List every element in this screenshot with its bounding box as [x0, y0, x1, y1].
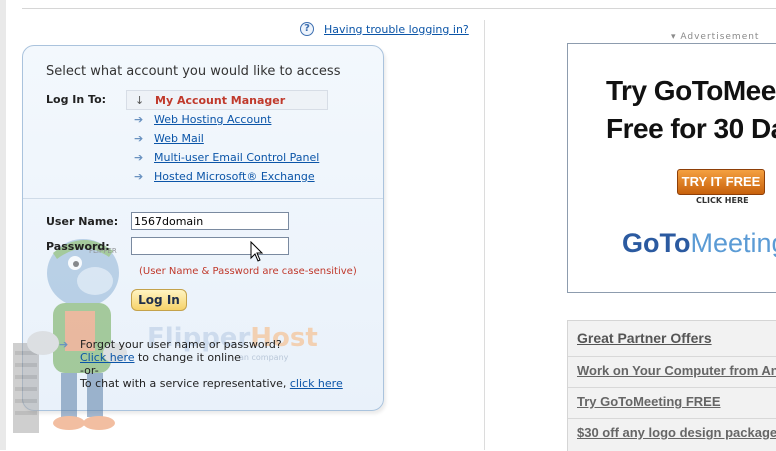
- or-text: -or-: [80, 364, 99, 377]
- ad-headline: Try GoToMeeting Free for 30 Days: [606, 72, 776, 148]
- ad-brand-logo: GoToMeeting: [622, 228, 776, 259]
- ad-brand-part-1: GoTo: [622, 228, 691, 258]
- change-text: to change it online: [134, 351, 241, 364]
- login-button[interactable]: Log In: [131, 289, 187, 311]
- ad-headline-line-2: Free for 30 Days: [606, 113, 776, 144]
- left-edge-strip: [0, 0, 6, 450]
- top-divider: [22, 8, 776, 9]
- username-label: User Name:: [46, 215, 119, 228]
- trouble-logging-in-link[interactable]: Having trouble logging in?: [324, 23, 469, 36]
- login-panel: Select what account you would like to ac…: [13, 45, 384, 433]
- account-list: ↓ My Account Manager ➔ Web Hosting Accou…: [126, 90, 328, 186]
- help-block: Forgot your user name or password? Click…: [80, 338, 343, 390]
- change-credentials-link[interactable]: Click here: [80, 351, 135, 364]
- ad-brand-part-2: Meeting: [690, 228, 776, 258]
- arrow-right-icon: ➔: [59, 338, 69, 351]
- account-item-label[interactable]: Web Hosting Account: [154, 113, 271, 126]
- advertisement-banner[interactable]: Try GoToMeeting Free for 30 Days TRY IT …: [567, 43, 776, 293]
- mascot-watermark-icon: FLIPPER: [13, 239, 127, 433]
- arrow-right-icon: ➔: [134, 132, 144, 145]
- advertisement-label-text: Advertisement: [680, 32, 760, 42]
- username-field[interactable]: [131, 212, 289, 230]
- partner-offer-label[interactable]: $30 off any logo design package: [577, 425, 776, 440]
- password-label: Password:: [46, 240, 110, 253]
- advertisement-label: ▾ Advertisement: [671, 32, 760, 42]
- case-sensitive-note: (User Name & Password are case-sensitive…: [139, 266, 357, 277]
- chat-link[interactable]: click here: [290, 377, 343, 390]
- chat-line: To chat with a service representative, c…: [80, 377, 343, 390]
- ad-try-free-button[interactable]: TRY IT FREE: [677, 169, 765, 195]
- panel-title: Select what account you would like to ac…: [46, 64, 341, 79]
- forgot-text: Forgot your user name or password?: [80, 338, 282, 351]
- account-item-web-mail[interactable]: ➔ Web Mail: [126, 129, 328, 148]
- login-to-label: Log In To:: [46, 93, 107, 106]
- arrow-down-icon: ↓: [135, 93, 145, 107]
- column-divider: [484, 20, 485, 450]
- password-field[interactable]: [131, 237, 289, 255]
- arrow-right-icon: ➔: [134, 170, 144, 183]
- account-item-label: My Account Manager: [155, 93, 286, 107]
- arrow-right-icon: ➔: [134, 113, 144, 126]
- partner-offer-item[interactable]: $30 off any logo design package: [568, 418, 776, 449]
- account-item-my-account-manager[interactable]: ↓ My Account Manager: [126, 90, 328, 110]
- account-item-label[interactable]: Multi-user Email Control Panel: [154, 151, 319, 164]
- chat-text: To chat with a service representative,: [80, 377, 290, 390]
- partner-offers: Great Partner Offers Work on Your Comput…: [567, 320, 776, 451]
- partner-offer-label[interactable]: Work on Your Computer from Anywhere: [577, 363, 776, 378]
- account-item-label[interactable]: Hosted Microsoft® Exchange: [154, 170, 315, 183]
- trouble-logging-in: ? Having trouble logging in?: [300, 22, 469, 36]
- partner-offer-item[interactable]: Try GoToMeeting FREE: [568, 387, 776, 418]
- partner-offer-item[interactable]: Work on Your Computer from Anywhere: [568, 356, 776, 387]
- ad-headline-line-1: Try GoToMeeting: [606, 75, 776, 106]
- mouse-cursor-icon: [250, 241, 264, 262]
- partner-offer-label[interactable]: Try GoToMeeting FREE: [577, 394, 721, 409]
- account-item-email-control-panel[interactable]: ➔ Multi-user Email Control Panel: [126, 148, 328, 167]
- change-line: Click here to change it online: [80, 351, 343, 364]
- help-icon[interactable]: ?: [300, 22, 314, 36]
- account-item-hosted-exchange[interactable]: ➔ Hosted Microsoft® Exchange: [126, 167, 328, 186]
- ad-click-here[interactable]: CLICK HERE: [696, 196, 749, 205]
- account-item-web-hosting[interactable]: ➔ Web Hosting Account: [126, 110, 328, 129]
- account-item-label[interactable]: Web Mail: [154, 132, 204, 145]
- partner-offers-title[interactable]: Great Partner Offers: [577, 330, 712, 346]
- panel-separator: [23, 198, 383, 199]
- arrow-right-icon: ➔: [134, 151, 144, 164]
